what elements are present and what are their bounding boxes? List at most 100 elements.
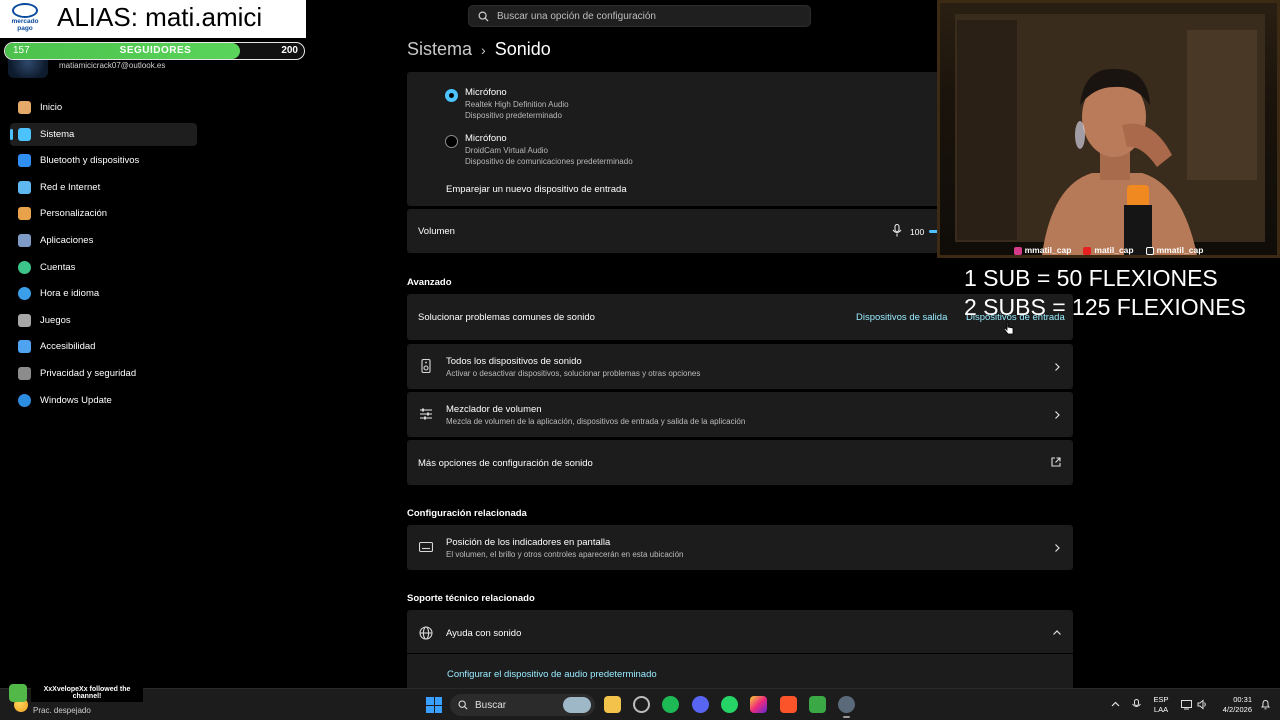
volume-mixer-card[interactable]: Mezclador de volumen Mezcla de volumen d…: [407, 392, 1073, 437]
sidebar-item-label: Accesibilidad: [40, 341, 96, 353]
search-highlight-icon: [563, 697, 591, 713]
social-handle: matil_cap: [1083, 245, 1134, 255]
clock[interactable]: 00:31 4/2/2026: [1214, 695, 1252, 715]
microphone-icon[interactable]: [892, 224, 902, 237]
sidebar-item-juegos[interactable]: Juegos: [10, 309, 197, 332]
network-icon[interactable]: [1181, 699, 1192, 710]
sidebar-item-windows-update[interactable]: Windows Update: [10, 389, 197, 412]
mouse-cursor: [1004, 321, 1014, 335]
sidebar-item-label: Personalización: [40, 208, 108, 220]
sidebar: matiamicicrack07@outlook.es Inicio Sistem…: [0, 0, 210, 688]
indicators-title: Posición de los indicadores en pantalla: [446, 537, 611, 548]
sidebar-item-label: Inicio: [40, 102, 63, 113]
mercado-pago-logo: mercado pago: [4, 3, 46, 34]
spotify-icon[interactable]: [662, 696, 679, 713]
user-email: matiamicicrack07@outlook.es: [59, 61, 166, 70]
taskbar-search[interactable]: Buscar: [450, 694, 595, 716]
wifi-icon: [18, 180, 31, 194]
input-device-option[interactable]: Micrófono DroidCam Virtual Audio Disposi…: [445, 133, 845, 167]
configure-default-audio-link[interactable]: Configurar el dispositivo de audio prede…: [447, 669, 657, 680]
chrome-icon[interactable]: [633, 696, 650, 713]
section-title-related: Configuración relacionada: [407, 508, 527, 519]
taskbar-search-label: Buscar: [475, 699, 507, 711]
instagram-icon[interactable]: [750, 696, 767, 713]
radio-selected[interactable]: [445, 89, 458, 102]
divider: [407, 653, 1073, 654]
goal-target: 200: [281, 45, 298, 56]
sidebar-item-sistema[interactable]: Sistema: [10, 122, 197, 146]
breadcrumb-root[interactable]: Sistema: [407, 39, 472, 60]
accessibility-icon: [18, 340, 31, 354]
monitor-icon: [18, 127, 31, 141]
sidebar-item-aplicaciones[interactable]: Aplicaciones: [10, 229, 197, 252]
sidebar-item-bluetooth-y-dispositivos[interactable]: Bluetooth y dispositivos: [10, 149, 197, 172]
more-sound-settings-card[interactable]: Más opciones de configuración de sonido: [407, 440, 1073, 485]
settings-gear-icon[interactable]: [838, 696, 855, 718]
search-icon: [478, 11, 489, 22]
indicators-position-card[interactable]: Posición de los indicadores en pantalla …: [407, 525, 1073, 570]
brave-icon[interactable]: [780, 696, 797, 713]
active-indicator: [10, 128, 13, 140]
discord-icon[interactable]: [692, 696, 709, 713]
gamepad-icon: [18, 313, 31, 327]
globe-clock-icon: [18, 287, 31, 301]
goal-label: SEGUIDORES: [119, 45, 192, 56]
sidebar-item-red-e-internet[interactable]: Red e Internet: [10, 176, 197, 199]
sidebar-item-label: Red e Internet: [40, 181, 101, 193]
minecraft-icon[interactable]: [809, 696, 826, 713]
input-device-option[interactable]: Micrófono Realtek High Definition Audio …: [445, 87, 845, 121]
all-devices-title: Todos los dispositivos de sonido: [446, 356, 582, 367]
globe-icon: [419, 626, 433, 640]
bluetooth-icon: [18, 154, 31, 168]
follow-alert-text: XxXvelopeXx followed the channel!: [31, 684, 143, 702]
weather-text: Prac. despejado: [33, 706, 91, 715]
help-sound-label[interactable]: Ayuda con sonido: [446, 628, 521, 639]
sidebar-item-inicio[interactable]: Inicio: [10, 96, 197, 119]
alias-text: ALIAS: mati.amici: [57, 2, 263, 32]
social-handle: mmatil_cap: [1013, 245, 1071, 255]
promo-text: 1 SUB = 50 FLEXIONES 2 SUBS = 125 FLEXIO…: [964, 264, 1246, 322]
sidebar-item-accesibilidad[interactable]: Accesibilidad: [10, 335, 197, 358]
radio-unselected[interactable]: [445, 135, 458, 148]
promo-line: 1 SUB = 50 FLEXIONES: [964, 265, 1218, 291]
chevron-up-icon[interactable]: [1110, 699, 1121, 710]
device-status: Dispositivo predeterminado: [465, 111, 562, 120]
speaker-icon: [421, 359, 431, 373]
troubleshoot-label: Solucionar problemas comunes de sonido: [418, 312, 595, 323]
all-devices-card[interactable]: Todos los dispositivos de sonido Activar…: [407, 344, 1073, 389]
chevron-up-icon[interactable]: [1053, 629, 1061, 637]
sidebar-item-personalización[interactable]: Personalización: [10, 202, 197, 225]
mixer-subtitle: Mezcla de volumen de la aplicación, disp…: [446, 417, 746, 426]
whatsapp-icon[interactable]: [721, 696, 738, 713]
sidebar-item-privacidad-y-seguridad[interactable]: Privacidad y seguridad: [10, 362, 197, 385]
microphone-icon[interactable]: [1131, 699, 1142, 710]
output-devices-link[interactable]: Dispositivos de salida: [856, 312, 947, 323]
start-button[interactable]: [426, 697, 442, 713]
chevron-right-icon: [1055, 363, 1060, 371]
device-title: Micrófono: [465, 87, 507, 98]
brush-icon: [18, 207, 31, 221]
settings-search-box[interactable]: [468, 5, 811, 27]
notification-bell-icon[interactable]: [1260, 699, 1271, 710]
mercado-pago-logo-text: mercado pago: [11, 18, 39, 32]
sidebar-item-hora-e-idioma[interactable]: Hora e idioma: [10, 282, 197, 305]
pair-input-device[interactable]: Emparejar un nuevo dispositivo de entrad…: [446, 184, 627, 195]
search-input[interactable]: [497, 10, 797, 22]
sidebar-item-label: Privacidad y seguridad: [40, 368, 137, 379]
sidebar-item-label: Bluetooth y dispositivos: [40, 155, 140, 167]
file-explorer-icon[interactable]: [604, 696, 621, 713]
home-icon: [18, 101, 31, 114]
section-title-advanced: Avanzado: [407, 277, 452, 288]
sidebar-item-cuentas[interactable]: Cuentas: [10, 256, 197, 279]
volume-icon[interactable]: [1197, 699, 1208, 710]
clock-date: 4/2/2026: [1222, 705, 1252, 714]
device-status: Dispositivo de comunicaciones predetermi…: [465, 157, 633, 166]
lang-line: LAA: [1153, 705, 1169, 714]
mixer-icon: [420, 408, 432, 420]
breadcrumb: Sistema › Sonido: [407, 39, 551, 60]
volume-label: Volumen: [418, 226, 455, 237]
breadcrumb-separator: ›: [481, 41, 486, 58]
help-sound-card: Ayuda con sonido Configurar el dispositi…: [407, 610, 1073, 688]
language-indicator[interactable]: ESP LAA: [1153, 695, 1169, 715]
sidebar-item-label: Windows Update: [40, 394, 112, 406]
